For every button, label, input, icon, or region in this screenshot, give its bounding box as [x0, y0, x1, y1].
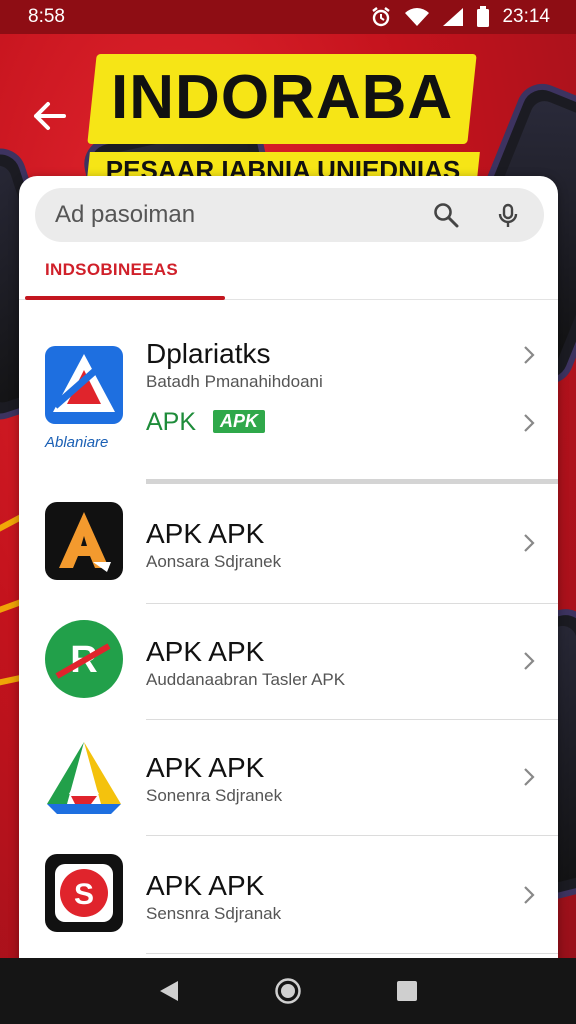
tab-active[interactable]: INDSOBINEEAS — [45, 260, 178, 280]
featured-app[interactable]: Ablaniare Dplariatks Batadh Pmanahihdoan… — [19, 300, 558, 480]
list-item[interactable]: APK APK Aonsara Sdjranek — [19, 486, 558, 604]
search-icon[interactable] — [430, 199, 462, 231]
featured-app-name: Dplariatks — [146, 338, 271, 369]
app-description: Aonsara Sdjranek — [146, 552, 282, 571]
red-s-icon: S — [45, 854, 123, 932]
app-name: APK APK — [146, 636, 265, 667]
back-arrow-icon — [34, 102, 66, 130]
battery-icon — [477, 6, 490, 27]
back-button[interactable] — [28, 94, 72, 138]
triangle-back-icon — [160, 981, 179, 1001]
circle-home-icon — [275, 978, 301, 1004]
alarm-icon — [372, 7, 391, 27]
hero-title: INDORABA — [87, 54, 477, 144]
drive-a-icon — [47, 742, 121, 814]
chevron-right-icon — [524, 886, 535, 904]
nav-home-button[interactable] — [268, 971, 308, 1011]
hero-title-text: INDORABA — [111, 63, 454, 132]
featured-app-logo — [45, 346, 123, 424]
chevron-right-icon — [524, 346, 535, 364]
wifi-icon — [405, 8, 430, 26]
featured-app-description: Batadh Pmanahihdoani — [146, 372, 323, 391]
chevron-right-icon — [524, 414, 535, 432]
green-r-icon: R — [45, 620, 123, 698]
square-recents-icon — [396, 981, 417, 1001]
system-nav-bar — [0, 958, 576, 1024]
app-description: Sensnra Sdjranak — [146, 904, 282, 923]
list-item[interactable]: APK APK Sonenra Sdjranek — [19, 720, 558, 836]
featured-app-apk-badge: APK — [213, 410, 266, 433]
chevron-right-icon — [524, 652, 535, 670]
app-description: Sonenra Sdjranek — [146, 786, 283, 805]
nav-back-button[interactable] — [149, 971, 189, 1011]
app-name: APK APK — [146, 752, 265, 783]
list-item[interactable]: S APK APK Sensnra Sdjranak — [19, 836, 558, 956]
search-bar[interactable] — [35, 188, 544, 242]
nav-recents-button[interactable] — [387, 971, 427, 1011]
status-time: 8:58 — [28, 6, 65, 27]
featured-app-apk-text: APK — [146, 408, 197, 436]
svg-text:S: S — [74, 878, 94, 911]
signal-icon — [443, 8, 464, 26]
chevron-right-icon — [524, 534, 535, 552]
status-bar: 8:58 23:14 — [0, 0, 576, 34]
chevron-right-icon — [524, 768, 535, 786]
app-name: APK APK — [146, 518, 265, 549]
list-item[interactable]: R APK APK Auddanaabran Tasler APK — [19, 604, 558, 720]
app-list-card: INDSOBINEEAS Ablaniare Dplariatks Batadh… — [19, 176, 558, 976]
voice-search-icon[interactable] — [492, 199, 524, 231]
section-divider — [146, 479, 558, 484]
status-clock: 23:14 — [502, 6, 550, 27]
app-description: Auddanaabran Tasler APK — [146, 670, 346, 689]
status-icons: 23:14 — [370, 6, 550, 28]
featured-app-logo-label: Ablaniare — [45, 434, 109, 451]
app-name: APK APK — [146, 870, 265, 901]
search-input[interactable] — [55, 201, 400, 229]
orange-a-icon — [45, 502, 123, 580]
tab-bar: INDSOBINEEAS — [19, 252, 558, 300]
list-divider — [146, 953, 558, 954]
